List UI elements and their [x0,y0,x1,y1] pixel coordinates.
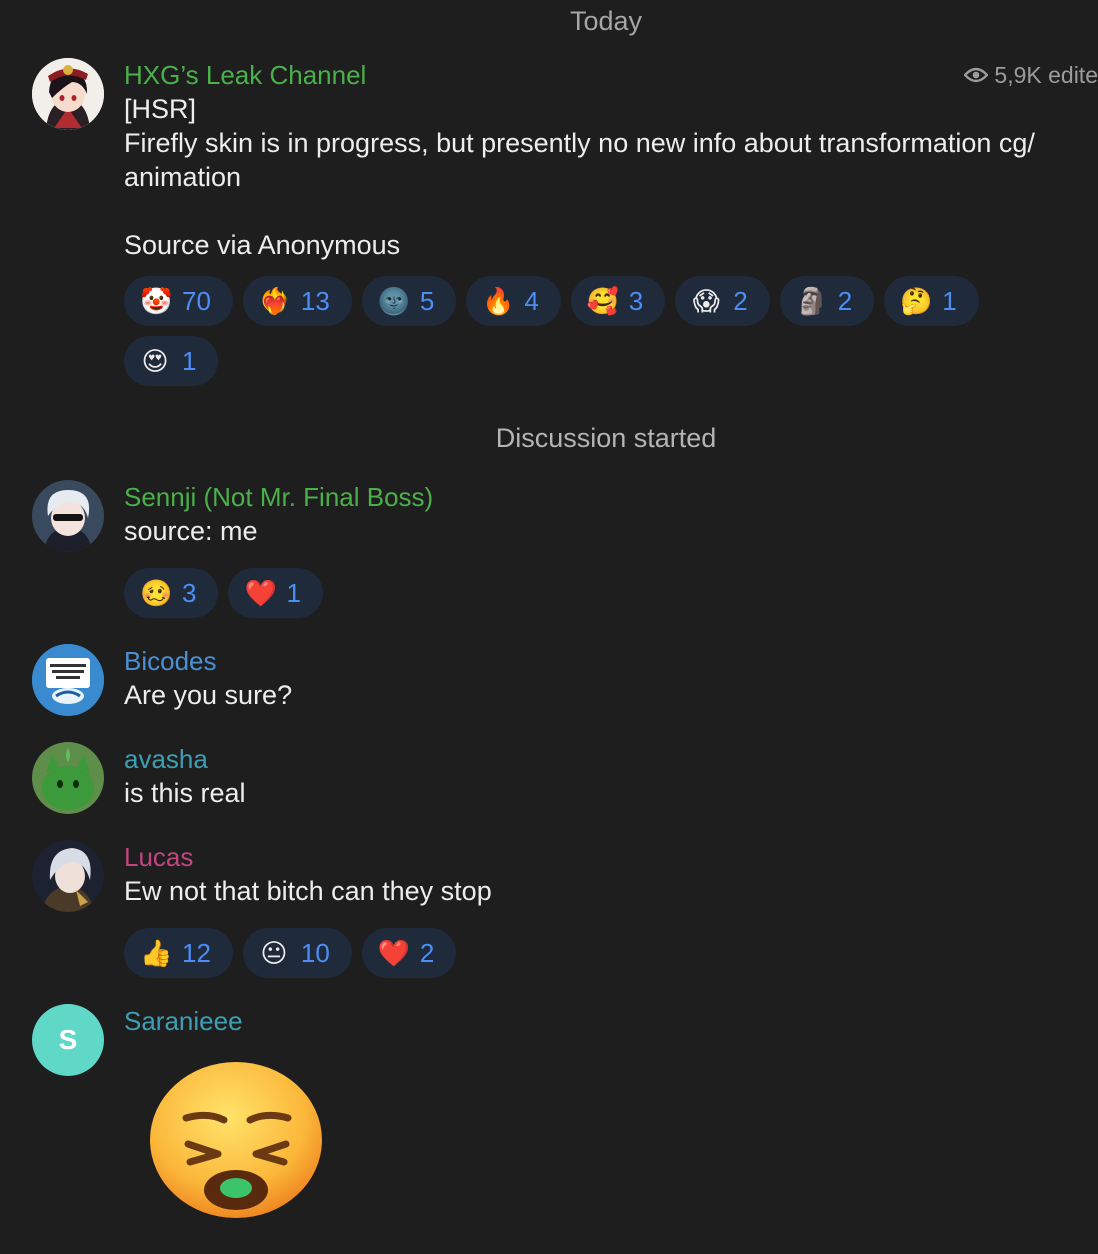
heart-eyes-icon: 😍 [141,346,169,376]
reaction-count: 4 [524,285,539,316]
reaction-moai[interactable]: 🗿 2 [779,276,875,326]
reaction-heart-eyes[interactable]: 😍 1 [124,336,219,386]
sticker-message[interactable] [150,1062,324,1222]
sender-name[interactable]: Lucas [124,840,1098,874]
reaction-heart[interactable]: ❤️ 1 [228,568,323,618]
reaction-heart-on-fire[interactable]: ❤️‍🔥 13 [242,276,352,326]
reaction-count: 10 [300,937,330,968]
heart-icon: ❤️ [377,938,411,968]
sender-name[interactable]: Bicodes [124,644,1098,678]
avatar[interactable] [32,480,104,552]
avatar[interactable] [32,742,104,814]
message-text: Are you sure? [124,680,293,710]
reaction-count: 2 [733,285,748,316]
avatar[interactable]: S [32,1004,104,1076]
thinking-face-icon: 🤔 [900,286,933,316]
avatar[interactable] [32,58,104,130]
reaction-thinking[interactable]: 🤔 1 [884,276,979,326]
reaction-woozy[interactable]: 🥴 3 [124,568,219,618]
reaction-count: 1 [182,345,197,376]
avatar[interactable] [32,840,104,912]
reaction-thumbs-up[interactable]: 👍 12 [124,928,233,978]
user-avatar-image [32,742,104,814]
moai-icon: 🗿 [795,286,829,316]
heart-on-fire-icon: ❤️‍🔥 [258,286,292,316]
reaction-clown[interactable]: 🤡 70 [124,276,233,326]
reaction-smiling-hearts[interactable]: 🥰 3 [570,276,666,326]
user-avatar-image [32,480,104,552]
reaction-count: 2 [837,285,853,316]
reaction-heart[interactable]: ❤️ 2 [361,928,457,978]
eye-icon [964,67,989,83]
tired-face-emoji [150,1062,322,1218]
reaction-count: 2 [419,937,435,968]
reaction-neutral-face[interactable]: 😐 10 [242,928,352,978]
discussion-started-separator: Discussion started [495,423,717,453]
reactions-bar: 🤡 70 ❤️‍🔥 13 🌚 5 🔥 4 🥰 3 😱 2 🗿 2 🤔 1 😍 1 [124,276,1024,386]
reaction-fire[interactable]: 🔥 4 [466,276,561,326]
reaction-count: 13 [300,285,330,316]
reaction-count: 1 [286,577,301,608]
chat-view: Today HXG’s Leak Channel 5,9K edite [HSR… [0,0,1098,1254]
user-avatar-image [32,840,104,912]
views-counter: 5,9K edite [964,58,1098,92]
reaction-count: 3 [182,577,197,608]
message-text: is this real [124,778,246,808]
smiling-face-with-hearts-icon: 🥰 [586,286,620,316]
message-text: source: me [124,516,258,546]
heart-icon: ❤️ [244,578,277,608]
sender-name[interactable]: Sennji (Not Mr. Final Boss) [124,480,1098,514]
views-label: 5,9K edite [994,62,1098,88]
avatar[interactable] [32,644,104,716]
user-avatar-image [32,644,104,716]
date-separator: Today [569,6,643,36]
clown-icon: 🤡 [140,286,173,316]
reaction-count: 5 [419,285,435,316]
reaction-count: 3 [628,285,644,316]
fire-icon: 🔥 [482,286,515,316]
reaction-count: 70 [182,285,211,316]
message-text: [HSR] Firefly skin is in progress, but p… [124,94,1035,260]
woozy-face-icon: 🥴 [140,578,173,608]
reaction-count: 12 [182,937,211,968]
message-text: Ew not that bitch can they stop [124,876,492,906]
neutral-face-icon: 😐 [260,938,288,968]
new-moon-face-icon: 🌚 [377,286,411,316]
reactions-bar: 👍 12 😐 10 ❤️ 2 [124,928,1024,978]
reaction-screaming[interactable]: 😱 2 [675,276,770,326]
channel-avatar-image [32,58,104,130]
avatar-letter: S [58,1024,78,1055]
reaction-count: 1 [942,285,957,316]
sender-name[interactable]: avasha [124,742,1098,776]
sender-name[interactable]: HXG’s Leak Channel [124,58,1098,92]
reaction-new-moon-face[interactable]: 🌚 5 [361,276,457,326]
sender-name[interactable]: Saranieee [124,1004,1098,1038]
thumbs-up-icon: 👍 [140,938,173,968]
screaming-face-icon: 😱 [692,286,720,316]
reactions-bar: 🥴 3 ❤️ 1 [124,568,1024,618]
